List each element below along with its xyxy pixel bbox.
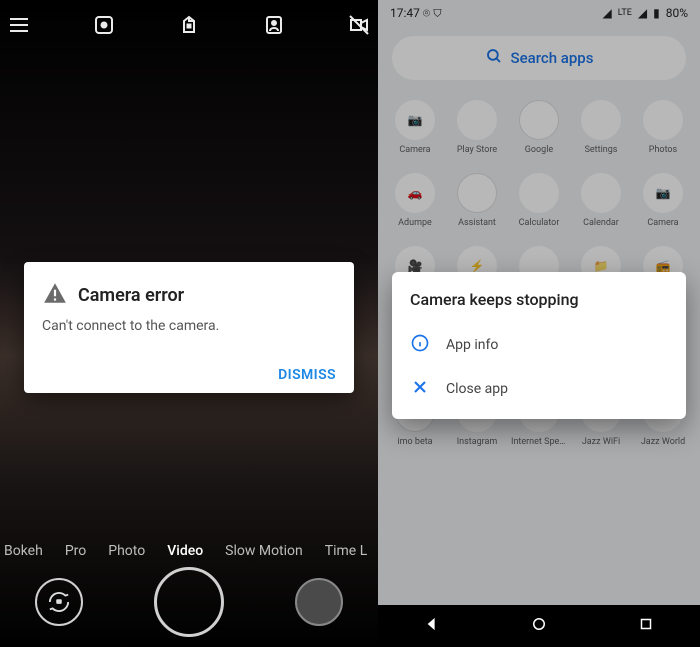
camera-error-dialog: Camera error Can't connect to the camera…	[24, 262, 354, 393]
app-info-option[interactable]: App info	[410, 323, 668, 367]
signal-icon-2: ◢	[638, 6, 647, 20]
portrait-icon[interactable]	[261, 12, 287, 38]
search-placeholder: Search apps	[511, 49, 594, 67]
app-label: Jazz WiFi	[582, 437, 620, 447]
search-apps-bar[interactable]: Search apps	[392, 36, 686, 80]
network-label: LTE	[618, 8, 632, 18]
app-adumpe[interactable]: 🚗 Adumpe	[384, 167, 446, 234]
close-app-label: Close app	[446, 381, 508, 397]
app-icon: 31	[581, 173, 621, 213]
app-icon: •	[457, 173, 497, 213]
app-label: Calculator	[519, 218, 560, 228]
nav-home-button[interactable]	[530, 615, 548, 637]
warning-icon	[42, 280, 68, 310]
dialog-title: Camera error	[78, 285, 184, 306]
app-play-store[interactable]: ▶ Play Store	[446, 94, 508, 161]
crash-dialog-title: Camera keeps stopping	[410, 290, 668, 309]
app-assistant[interactable]: • Assistant	[446, 167, 508, 234]
nav-recent-button[interactable]	[637, 615, 655, 637]
camera-modes[interactable]: Bokeh Pro Photo Video Slow Motion Time L	[0, 543, 378, 559]
camera-top-bar	[0, 0, 378, 44]
app-icon: G	[519, 100, 559, 140]
menu-icon[interactable]	[6, 12, 32, 38]
launcher-screen: 17:47 ⌾ ⛉ ◢ LTE ◢ ▮ 80% Search apps 📷 Cam…	[378, 0, 700, 647]
app-label: Camera	[647, 218, 678, 228]
app-calendar[interactable]: 31 Calendar	[570, 167, 632, 234]
app-icon: ✦	[643, 100, 683, 140]
close-icon	[410, 377, 430, 401]
dismiss-button[interactable]: DISMISS	[278, 367, 336, 383]
viewfinder-icon[interactable]	[91, 12, 117, 38]
app-camera[interactable]: 📷 Camera	[384, 94, 446, 161]
gallery-icon[interactable]	[176, 12, 202, 38]
search-icon	[485, 47, 503, 69]
mode-pro[interactable]: Pro	[65, 543, 86, 559]
app-icon: ∷	[519, 173, 559, 213]
app-icon: ▶	[457, 100, 497, 140]
app-calculator[interactable]: ∷ Calculator	[508, 167, 570, 234]
app-info-label: App info	[446, 337, 498, 353]
app-label: Calendar	[583, 218, 619, 228]
app-label: Play Store	[457, 145, 497, 155]
shutter-row	[0, 563, 378, 641]
app-label: Jazz World	[641, 437, 685, 447]
app-label: Google	[525, 145, 553, 155]
app-label: Settings	[585, 145, 618, 155]
dialog-message: Can't connect to the camera.	[42, 318, 336, 334]
app-crash-dialog: Camera keeps stopping App info Close app	[392, 272, 686, 419]
navigation-bar	[378, 605, 700, 647]
signal-icon: ◢	[603, 6, 612, 20]
status-bar: 17:47 ⌾ ⛉ ◢ LTE ◢ ▮ 80%	[378, 0, 700, 26]
whatsapp-icon: ⌾	[423, 6, 430, 20]
app-label: Assistant	[458, 218, 496, 228]
switch-camera-button[interactable]	[35, 578, 83, 626]
app-label: Photos	[649, 145, 677, 155]
mode-time-l[interactable]: Time L	[325, 543, 367, 559]
mode-photo[interactable]: Photo	[108, 543, 145, 559]
app-camera[interactable]: 📷 Camera	[632, 167, 694, 234]
info-icon	[410, 333, 430, 357]
video-off-icon[interactable]	[346, 12, 372, 38]
app-icon: ⚙	[581, 100, 621, 140]
status-time: 17:47	[390, 6, 420, 20]
mode-bokeh[interactable]: Bokeh	[4, 543, 43, 559]
battery-percent: 80%	[666, 6, 688, 20]
mode-slow-motion[interactable]: Slow Motion	[225, 543, 303, 559]
app-icon: 📷	[395, 100, 435, 140]
battery-icon: ▮	[653, 6, 660, 20]
person-icon: ⛉	[433, 6, 442, 20]
app-photos[interactable]: ✦ Photos	[632, 94, 694, 161]
app-label: Camera	[399, 145, 430, 155]
app-label: Adumpe	[398, 218, 432, 228]
mode-video[interactable]: Video	[167, 543, 203, 559]
close-app-option[interactable]: Close app	[410, 367, 668, 411]
nav-back-button[interactable]	[423, 615, 441, 637]
shutter-button[interactable]	[154, 567, 224, 637]
app-label: imo beta	[397, 437, 432, 447]
last-photo-thumbnail[interactable]	[295, 578, 343, 626]
app-settings[interactable]: ⚙ Settings	[570, 94, 632, 161]
app-icon: 🚗	[395, 173, 435, 213]
app-icon: 📷	[643, 173, 683, 213]
app-google[interactable]: G Google	[508, 94, 570, 161]
app-label: Instagram	[457, 437, 498, 447]
camera-app-screen: Bokeh Pro Photo Video Slow Motion Time L Came…	[0, 0, 378, 647]
app-label: Internet Speed Mete…	[511, 437, 567, 447]
